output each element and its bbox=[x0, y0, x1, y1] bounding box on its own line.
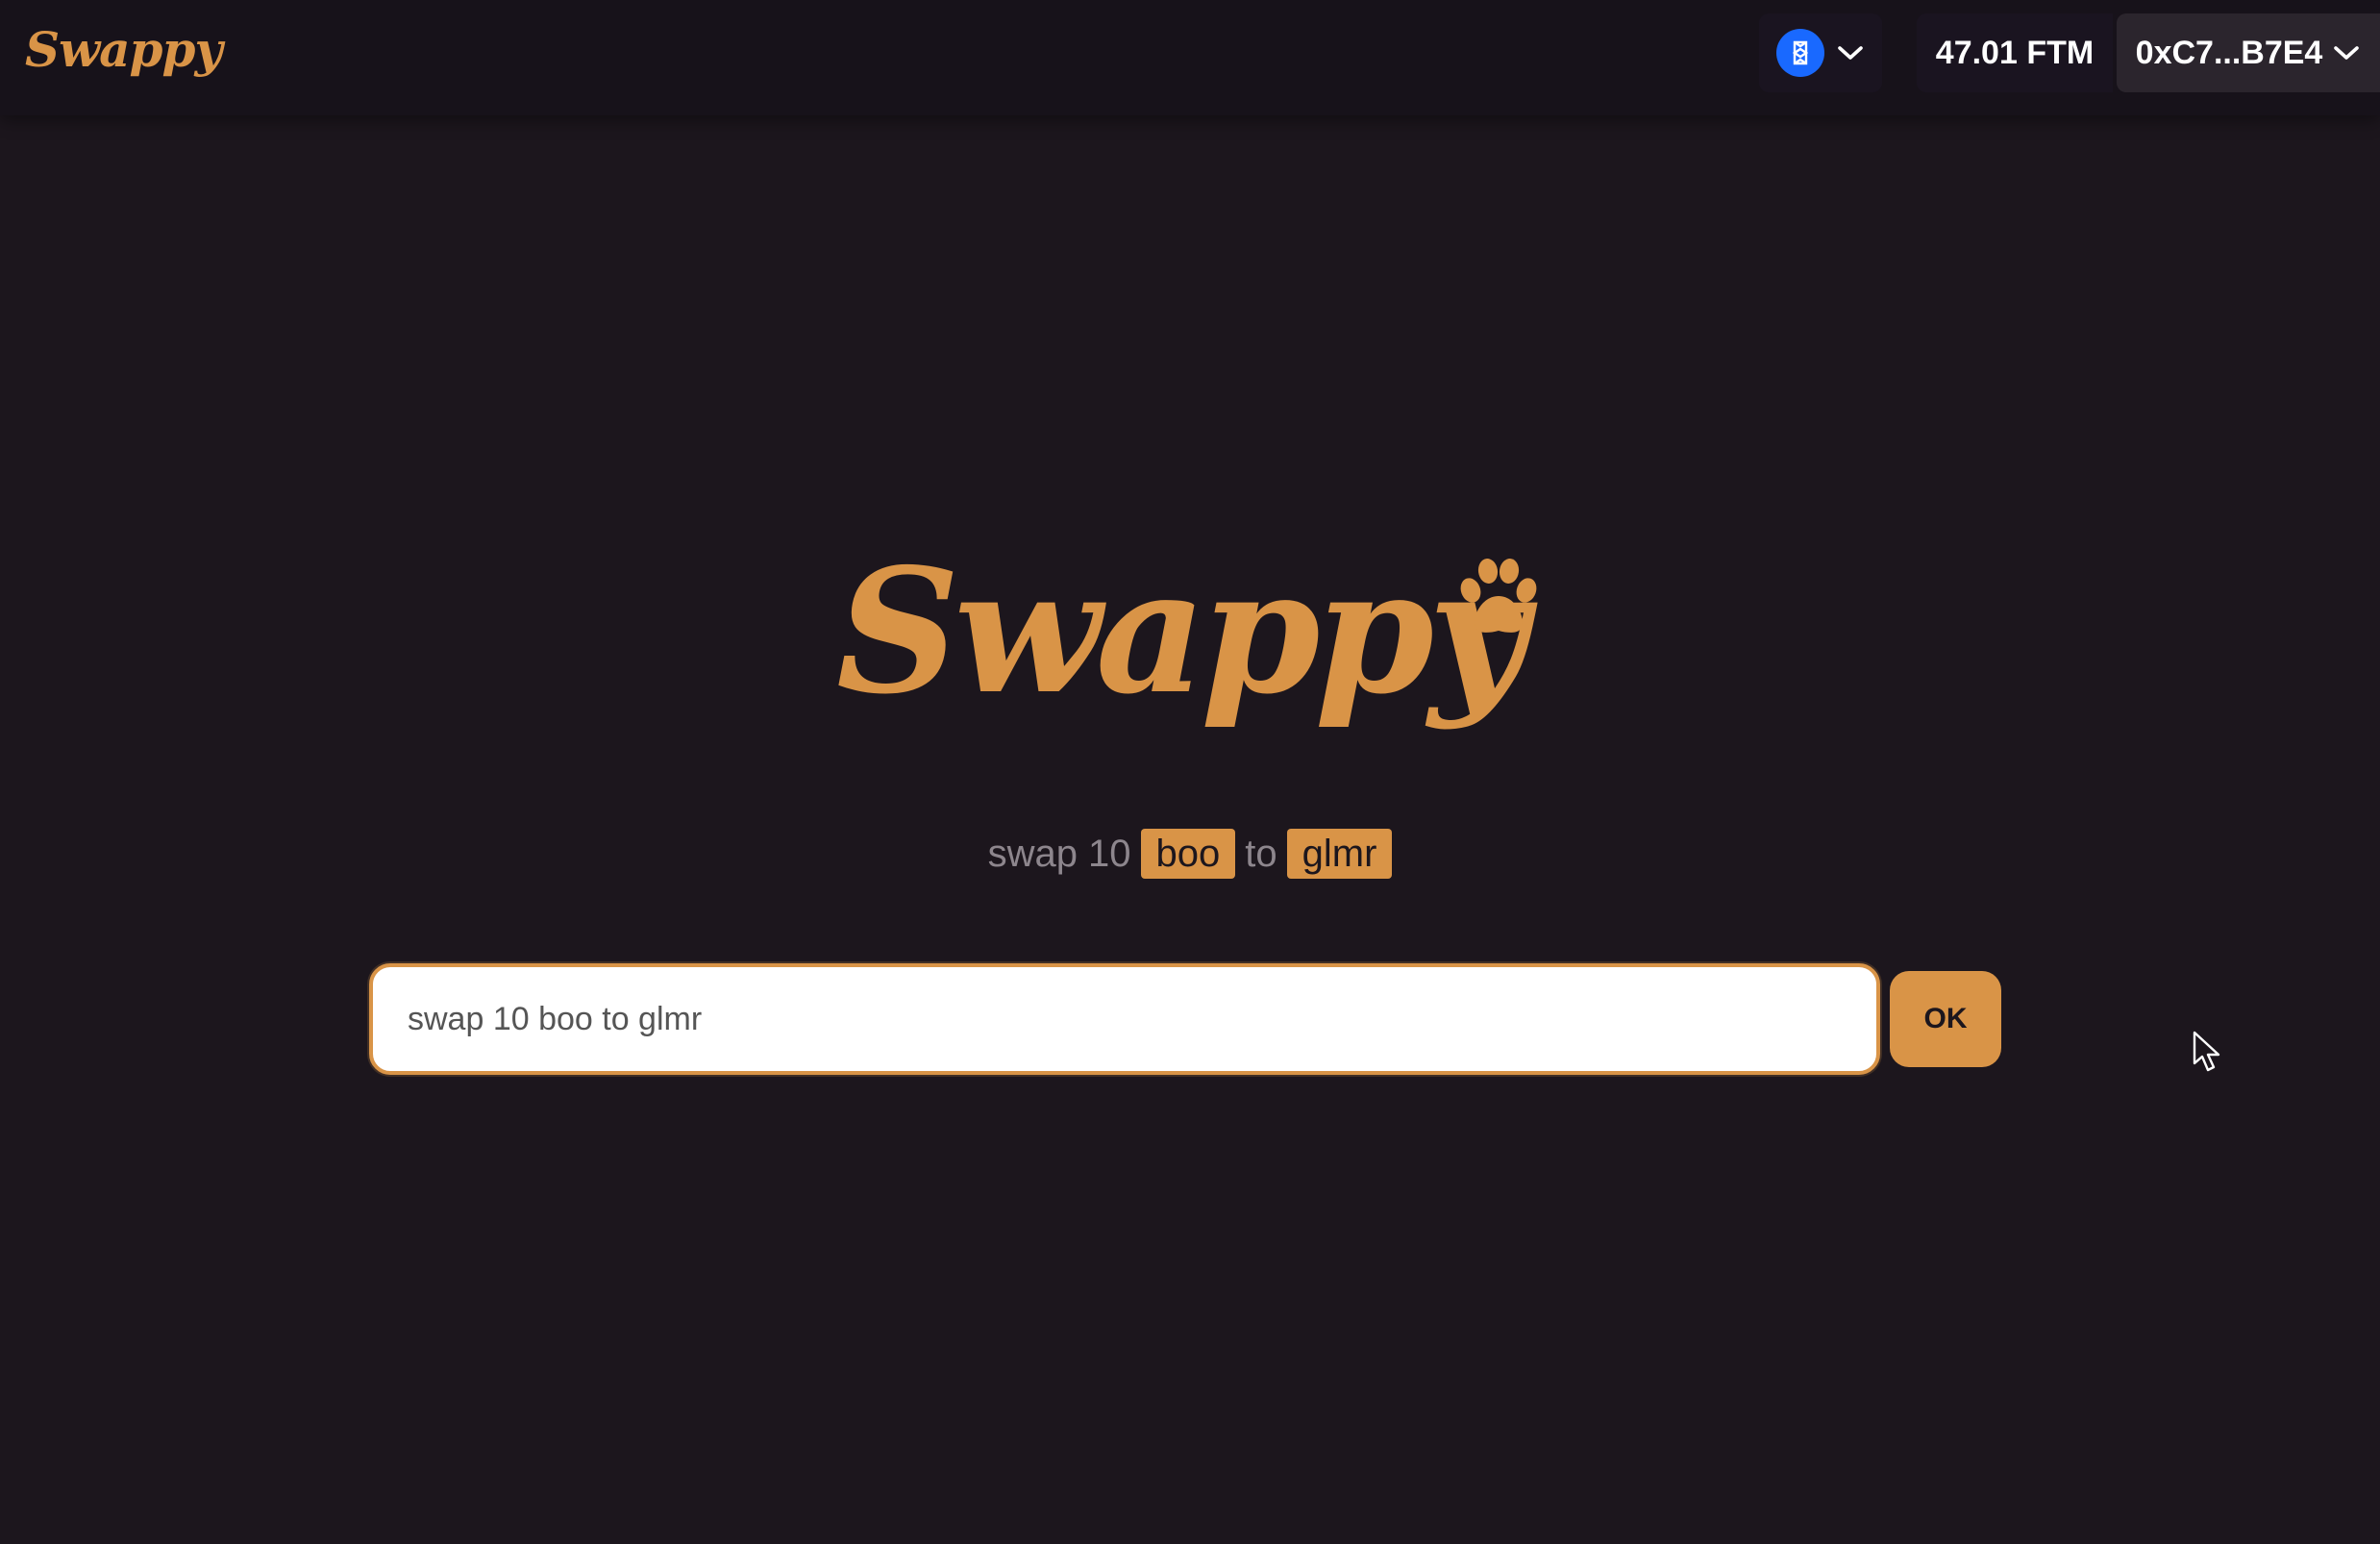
example-hint: swap 10 boo to glmr bbox=[0, 829, 2380, 879]
example-connector: to bbox=[1245, 832, 1277, 875]
from-token-chip: boo bbox=[1140, 829, 1236, 879]
hero-logo-text: Swappy bbox=[836, 531, 1527, 732]
paw-icon bbox=[1460, 559, 1537, 633]
to-token-chip: glmr bbox=[1286, 829, 1393, 879]
mouse-cursor-icon bbox=[2193, 1031, 2220, 1072]
nav-logo[interactable]: Swappy bbox=[25, 21, 223, 78]
account-address: 0xC7...B7E4 bbox=[2135, 34, 2323, 71]
ok-button[interactable]: OK bbox=[1890, 971, 2001, 1067]
chevron-down-icon bbox=[1836, 38, 1865, 67]
command-input[interactable] bbox=[373, 967, 1876, 1071]
wallet-balance: 47.01 FTM bbox=[1917, 13, 2113, 92]
example-prefix: swap 10 bbox=[987, 832, 1131, 875]
fantom-icon bbox=[1776, 29, 1824, 77]
chevron-down-icon bbox=[2332, 38, 2361, 67]
top-navbar: Swappy 47.01 FTM 0xC7...B7E4 bbox=[0, 0, 2380, 115]
account-button[interactable]: 0xC7...B7E4 bbox=[2117, 13, 2380, 92]
network-selector[interactable] bbox=[1759, 13, 1882, 92]
command-input-wrapper bbox=[369, 963, 1880, 1075]
hero-logo: Swappy bbox=[836, 538, 1548, 788]
app-page: Swappy 47.01 FTM 0xC7...B7E4 Swappy swap… bbox=[0, 0, 2380, 1544]
